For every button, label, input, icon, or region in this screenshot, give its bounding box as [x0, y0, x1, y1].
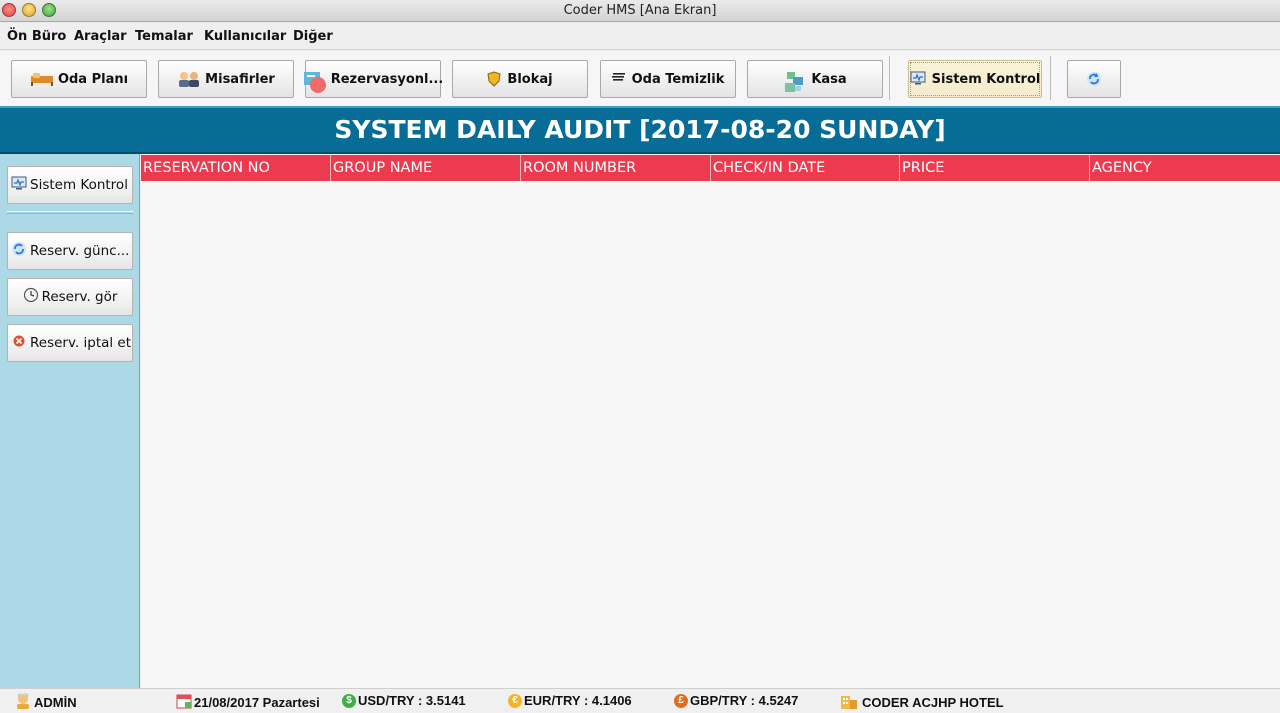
misafirler-label: Misafirler: [205, 71, 275, 87]
status-hotel: CODER ACJHP HOTEL: [840, 693, 1004, 712]
column-check-in-date[interactable]: CHECK/IN DATE: [711, 155, 900, 181]
status-date: 21/08/2017 Pazartesi: [176, 693, 320, 712]
reservation-icon: [303, 71, 326, 93]
shield-icon: [487, 71, 501, 87]
monitor-icon: [910, 71, 926, 87]
list-icon: [611, 71, 626, 87]
oda-plani-label: Oda Planı: [57, 71, 129, 87]
oda-temizlik-label: Oda Temizlik: [631, 71, 725, 87]
clock-icon: [23, 287, 39, 307]
toolbar-separator: [1050, 56, 1051, 100]
monitor-icon: [11, 176, 27, 194]
menu-araclar[interactable]: Araçlar: [74, 29, 127, 44]
column-reservation-no[interactable]: RESERVATION NO: [141, 155, 331, 181]
pound-icon: £: [674, 693, 688, 708]
blokaj-button[interactable]: Blokaj: [452, 60, 588, 98]
column-price[interactable]: PRICE: [900, 155, 1090, 181]
bed-icon: [30, 71, 53, 87]
status-user-label: ADMİN: [34, 695, 77, 710]
menu-diger[interactable]: Diğer: [293, 29, 333, 44]
menu-on-buro[interactable]: Ön Büro: [7, 29, 66, 44]
status-eur: € EUR/TRY : 4.1406: [508, 693, 632, 708]
reserv-gor-label: Reserv. gör: [41, 289, 118, 305]
sidebar-sistem-kontrol-button[interactable]: Sistem Kontrol: [7, 166, 133, 204]
cash-register-icon: [783, 71, 805, 92]
window-title: Coder HMS [Ana Ekran]: [563, 3, 717, 18]
oda-temizlik-button[interactable]: Oda Temizlik: [600, 60, 736, 98]
sidebar-sistem-kontrol-label: Sistem Kontrol: [30, 177, 128, 193]
sistem-kontrol-label: Sistem Kontrol: [931, 71, 1041, 87]
menu-bar: Ön Büro Araçlar Temalar Kullanıcılar Diğ…: [0, 23, 1280, 50]
status-gbp: £ GBP/TRY : 4.5247: [674, 693, 798, 708]
menu-temalar[interactable]: Temalar: [135, 29, 193, 44]
page-title: SYSTEM DAILY AUDIT [2017-08-20 SUNDAY]: [334, 115, 946, 144]
table-body[interactable]: [141, 181, 1280, 688]
dollar-icon: $: [342, 693, 356, 708]
cancel-icon: [11, 333, 27, 353]
audit-table: RESERVATION NO GROUP NAME ROOM NUMBER CH…: [141, 154, 1280, 688]
window-title-bar: Coder HMS [Ana Ekran]: [0, 0, 1280, 22]
blokaj-label: Blokaj: [507, 71, 553, 87]
refresh-button[interactable]: [1067, 60, 1121, 98]
status-bar: ADMİN 21/08/2017 Pazartesi $ USD/TRY : 3…: [0, 688, 1280, 713]
reserv-guncelle-button[interactable]: Reserv. günc...: [7, 232, 133, 270]
toolbar-separator: [889, 56, 890, 100]
reserv-gor-button[interactable]: Reserv. gör: [7, 278, 133, 316]
sistem-kontrol-button[interactable]: Sistem Kontrol: [908, 60, 1042, 98]
oda-plani-button[interactable]: Oda Planı: [11, 60, 147, 98]
menu-kullanicilar[interactable]: Kullanıcılar: [204, 29, 286, 44]
guests-icon: [177, 71, 200, 87]
reserv-iptal-button[interactable]: Reserv. iptal et: [7, 324, 133, 362]
column-room-number[interactable]: ROOM NUMBER: [521, 155, 711, 181]
sidebar-divider: [7, 211, 133, 214]
toolbar: Oda Planı Misafirler Rezervasyonl... Blo…: [0, 51, 1280, 106]
refresh-icon: [1086, 71, 1102, 87]
euro-icon: €: [508, 693, 522, 708]
page-title-banner: SYSTEM DAILY AUDIT [2017-08-20 SUNDAY]: [0, 106, 1280, 154]
user-icon: [14, 693, 32, 712]
status-eur-label: EUR/TRY : 4.1406: [524, 693, 632, 708]
kasa-button[interactable]: Kasa: [747, 60, 883, 98]
status-gbp-label: GBP/TRY : 4.5247: [690, 693, 799, 708]
reserv-iptal-label: Reserv. iptal et: [30, 335, 132, 351]
misafirler-button[interactable]: Misafirler: [158, 60, 294, 98]
status-usd-label: USD/TRY : 3.5141: [358, 693, 466, 708]
status-usd: $ USD/TRY : 3.5141: [342, 693, 466, 708]
rezervasyonlar-button[interactable]: Rezervasyonl...: [303, 60, 444, 98]
column-agency[interactable]: AGENCY: [1090, 155, 1280, 181]
reserv-guncelle-label: Reserv. günc...: [30, 243, 130, 259]
rezervasyonlar-label: Rezervasyonl...: [330, 71, 444, 87]
sidebar: Sistem Kontrol Reserv. günc... Reserv. g…: [0, 154, 140, 688]
calendar-icon: [176, 693, 192, 712]
status-user: ADMİN: [14, 693, 77, 712]
refresh-icon: [11, 241, 27, 261]
hotel-icon: [840, 693, 858, 712]
table-header: RESERVATION NO GROUP NAME ROOM NUMBER CH…: [141, 155, 1280, 181]
status-date-label: 21/08/2017 Pazartesi: [194, 695, 320, 710]
kasa-label: Kasa: [811, 71, 847, 87]
status-hotel-label: CODER ACJHP HOTEL: [862, 695, 1004, 710]
column-group-name[interactable]: GROUP NAME: [331, 155, 521, 181]
